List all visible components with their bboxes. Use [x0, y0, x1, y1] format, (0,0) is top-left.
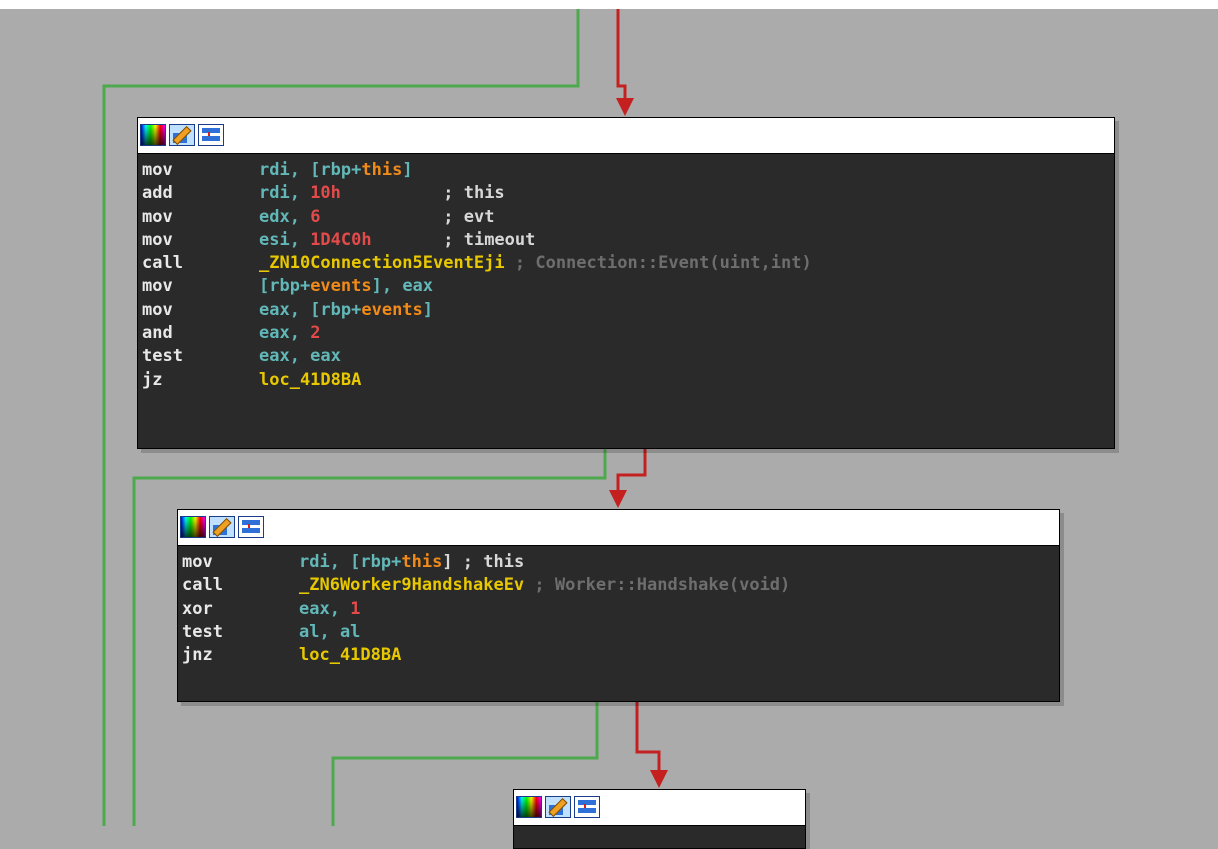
- operand-token: esi,: [259, 229, 311, 250]
- operand-token: this: [361, 160, 403, 180]
- mnemonic: test: [182, 621, 223, 642]
- block-toolbar: [178, 510, 1059, 546]
- edit-pencil-icon[interactable]: [545, 796, 571, 818]
- edit-pencil-icon[interactable]: [169, 124, 195, 146]
- graph-view-icon[interactable]: [574, 796, 600, 818]
- instruction-line[interactable]: call _ZN6Worker9HandshakeEv ; Worker::Han…: [182, 574, 1059, 597]
- instruction-line[interactable]: call _ZN10Connection5EventEji ; Connectio…: [142, 252, 1114, 275]
- block-toolbar: [514, 790, 805, 826]
- graph-view-icon[interactable]: [198, 124, 224, 146]
- instruction-line[interactable]: and eax, 2: [142, 322, 1114, 345]
- operand-token: ; timeout: [371, 229, 536, 250]
- instruction-line[interactable]: jnz loc_41D8BA: [182, 644, 1059, 667]
- operand-token: 6: [310, 206, 321, 227]
- instruction-line[interactable]: mov edx, 6 ; evt: [142, 206, 1114, 229]
- instruction-line[interactable]: xor eax, 1: [182, 598, 1059, 621]
- operand-token: events: [361, 299, 423, 320]
- arrow-head-icon: [609, 490, 627, 508]
- operand-token: [rbp+: [259, 276, 311, 297]
- code-block-2[interactable]: mov rdi, [rbp+this] ; this call _ZN6Worker9…: [177, 509, 1060, 702]
- flow-edge-red: [616, 9, 627, 100]
- mnemonic: call: [182, 575, 223, 596]
- code-label-link[interactable]: loc_41D8BA: [299, 645, 401, 665]
- mnemonic: mov: [182, 552, 213, 572]
- instruction-line[interactable]: test eax, eax: [142, 345, 1114, 368]
- mnemonic: and: [142, 323, 173, 344]
- instruction-line[interactable]: mov [rbp+events], eax: [142, 275, 1114, 298]
- block-toolbar: [138, 118, 1114, 154]
- color-palette-icon[interactable]: [516, 796, 542, 818]
- mnemonic: mov: [142, 160, 173, 180]
- color-palette-icon[interactable]: [140, 124, 166, 146]
- operand-token: rdi, [rbp+: [299, 552, 402, 572]
- operand-token: events: [310, 276, 372, 297]
- operand-token: 1: [350, 598, 361, 619]
- mnemonic: mov: [142, 229, 173, 250]
- operand-token: rdi, [rbp+: [259, 160, 362, 180]
- flow-edge-red: [635, 702, 661, 772]
- operand-token: 1D4C0h: [310, 229, 372, 250]
- code-block-1[interactable]: mov rdi, [rbp+this] add rdi, 10h ; this mov e…: [137, 117, 1115, 449]
- code-label-link[interactable]: loc_41D8BA: [259, 370, 361, 390]
- operand-token: eax, eax: [259, 346, 341, 367]
- arrow-head-icon: [616, 98, 634, 116]
- operand-token: rdi,: [259, 183, 311, 204]
- operand-token: ]: [402, 160, 413, 180]
- instruction-list: mov rdi, [rbp+this] ; this call _ZN6Worker9…: [178, 546, 1059, 667]
- instruction-line[interactable]: mov eax, [rbp+events]: [142, 299, 1114, 322]
- mnemonic: test: [142, 346, 183, 367]
- instruction-line[interactable]: mov esi, 1D4C0h ; timeout: [142, 229, 1114, 252]
- operand-token: ; evt: [320, 206, 495, 227]
- code-label-link[interactable]: _ZN10Connection5EventEji: [259, 253, 505, 273]
- operand-token: ], eax: [371, 276, 434, 297]
- mnemonic: call: [142, 253, 183, 274]
- instruction-line[interactable]: test al, al: [182, 621, 1059, 644]
- operand-token: al, al: [299, 621, 361, 642]
- operand-token: ] ; this: [442, 552, 525, 572]
- instruction-list: mov rdi, [rbp+this] add rdi, 10h ; this mov e…: [138, 154, 1114, 392]
- mnemonic: jz: [142, 369, 163, 390]
- instruction-line[interactable]: add rdi, 10h ; this: [142, 182, 1114, 205]
- color-palette-icon[interactable]: [180, 516, 206, 538]
- operand-token: ]: [422, 299, 434, 320]
- instruction-line[interactable]: mov rdi, [rbp+this]: [142, 159, 1114, 182]
- code-block-3[interactable]: [513, 789, 806, 849]
- flow-edge-red: [616, 449, 647, 492]
- mnemonic: mov: [142, 299, 173, 320]
- instruction-list: [514, 826, 805, 831]
- operand-token: eax,: [259, 323, 311, 344]
- operand-token: 2: [310, 323, 321, 344]
- operand-token: ; Worker::Handshake(void): [524, 575, 791, 596]
- arrow-head-icon: [650, 770, 668, 788]
- instruction-line[interactable]: jz loc_41D8BA: [142, 369, 1114, 392]
- graph-view-icon[interactable]: [238, 516, 264, 538]
- operand-token: ; Connection::Event(uint,int): [504, 253, 812, 274]
- mnemonic: mov: [142, 206, 173, 227]
- operand-token: ; this: [340, 183, 505, 204]
- operand-token: this: [401, 552, 443, 572]
- operand-token: eax,: [299, 598, 351, 619]
- mnemonic: add: [142, 183, 173, 204]
- operand-token: 10h: [310, 183, 341, 204]
- operand-token: eax, [rbp+: [259, 299, 362, 320]
- mnemonic: jnz: [182, 645, 213, 666]
- edit-pencil-icon[interactable]: [209, 516, 235, 538]
- code-label-link[interactable]: _ZN6Worker9HandshakeEv: [299, 575, 524, 595]
- operand-token: edx,: [259, 206, 311, 227]
- instruction-line[interactable]: mov rdi, [rbp+this] ; this: [182, 551, 1059, 574]
- mnemonic: xor: [182, 598, 213, 619]
- mnemonic: mov: [142, 276, 173, 297]
